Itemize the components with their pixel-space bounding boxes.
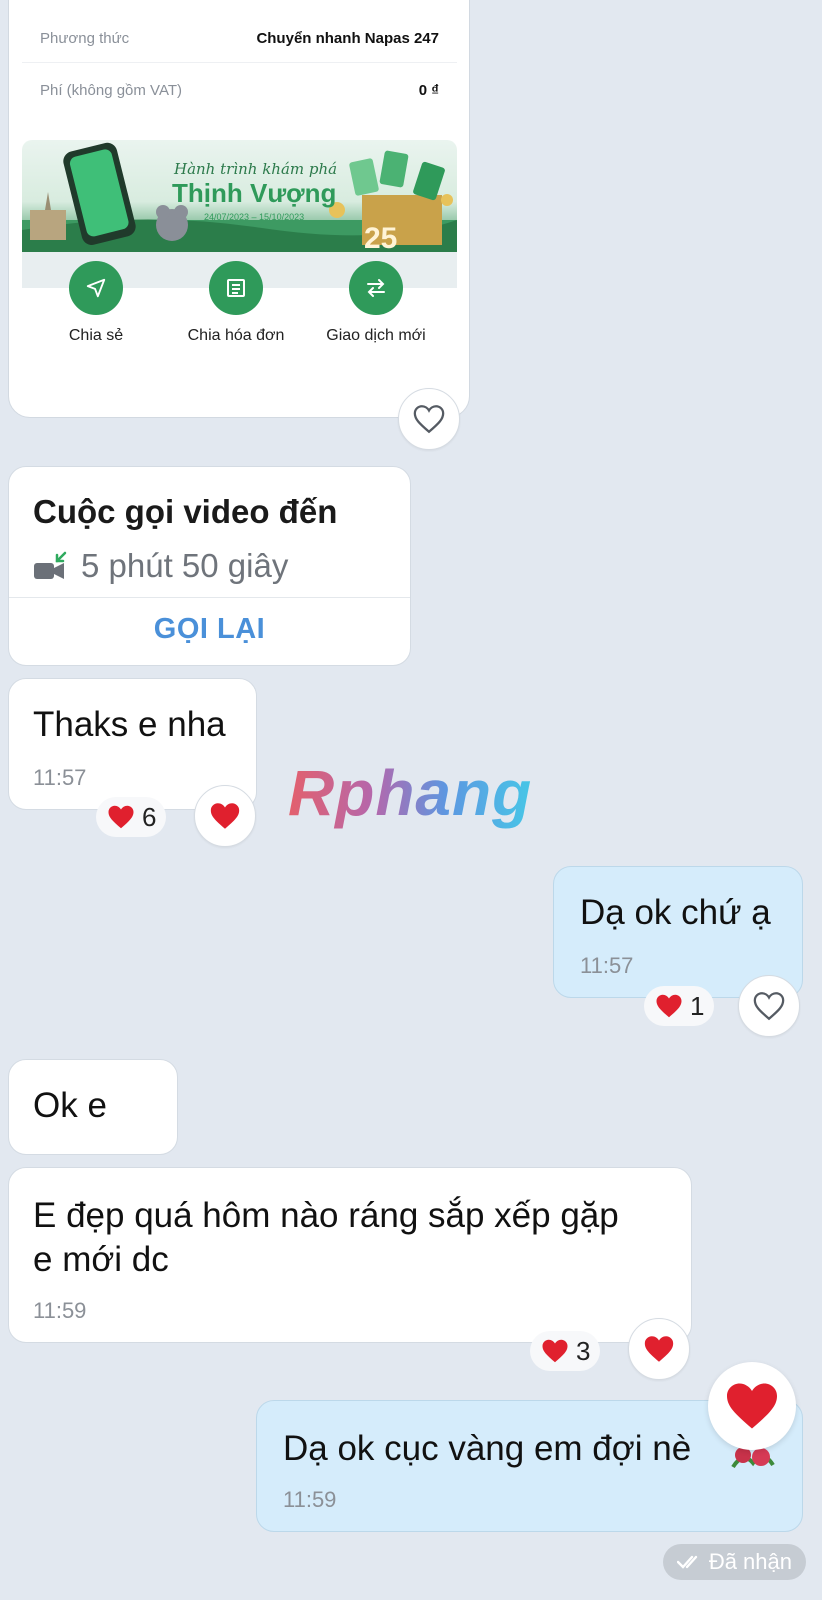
message-bubble-incoming[interactable]: Ok e xyxy=(8,1059,178,1155)
split-bill-button[interactable]: Chia hóa đơn xyxy=(171,261,301,345)
message-time: 11:57 xyxy=(580,953,634,978)
call-duration: 5 phút 50 giây xyxy=(81,547,289,584)
receipt-value: 0 ₫ xyxy=(418,82,439,99)
message-text: Dạ ok cục vàng em đợi nè xyxy=(283,1429,692,1468)
receipt-row-method: Phương thức Chuyển nhanh Napas 247 xyxy=(40,30,439,47)
banner-tagline: Hành trình khám phá xyxy=(174,160,338,178)
message-time: 11:57 xyxy=(33,765,87,790)
message-text: Dạ ok chứ ạ xyxy=(580,893,771,932)
share-button[interactable]: Chia sẻ xyxy=(31,261,161,345)
react-heart-button[interactable] xyxy=(194,785,256,847)
divider xyxy=(22,62,457,63)
reaction-count: 1 xyxy=(690,990,705,1021)
receipt-row-fee: Phí (không gồm VAT) 0 ₫ xyxy=(40,82,439,99)
share-label: Chia sẻ xyxy=(68,327,124,344)
message-time: 11:59 xyxy=(283,1487,337,1512)
heart-outline-icon xyxy=(753,992,785,1021)
new-transaction-button[interactable]: Giao dịch mới xyxy=(311,261,441,345)
call-back-button[interactable]: GỌI LẠI xyxy=(9,613,410,646)
message-time: 11:59 xyxy=(33,1298,87,1323)
heart-icon xyxy=(727,1383,777,1429)
call-title: Cuộc gọi video đến xyxy=(33,493,338,530)
watermark-logo: Rphang xyxy=(288,757,533,829)
status-label: Đã nhận xyxy=(708,1549,792,1574)
reaction-count: 6 xyxy=(142,801,157,832)
message-text-line: e mới dc xyxy=(33,1240,169,1279)
new-transaction-label: Giao dịch mới xyxy=(326,327,426,344)
react-heart-button[interactable] xyxy=(628,1318,690,1380)
receipt-label: Phương thức xyxy=(40,30,130,47)
react-heart-button[interactable] xyxy=(398,388,460,450)
receipt-value: Chuyển nhanh Napas 247 xyxy=(256,30,439,47)
swap-icon xyxy=(349,261,403,315)
banner-dates: 24/07/2023 – 15/10/2023 xyxy=(204,212,305,222)
heart-icon xyxy=(210,803,240,829)
react-heart-button[interactable] xyxy=(738,975,800,1037)
heart-icon xyxy=(108,805,134,829)
video-call-card: Cuộc gọi video đến 5 phút 50 giây GỌI LẠ… xyxy=(8,466,411,666)
message-text: Ok e xyxy=(33,1086,107,1125)
heart-icon xyxy=(656,994,682,1018)
call-duration-row: 5 phút 50 giây xyxy=(33,547,288,585)
receipt-label: Phí (không gồm VAT) xyxy=(40,82,183,99)
bill-split-icon xyxy=(209,261,263,315)
message-bubble-incoming[interactable]: E đẹp quá hôm nào ráng sắp xếp gặp e mới… xyxy=(8,1167,692,1343)
message-text-line: E đẹp quá hôm nào ráng sắp xếp gặp xyxy=(33,1196,619,1235)
divider xyxy=(9,597,410,598)
incoming-video-call-icon xyxy=(34,551,67,579)
heart-outline-icon xyxy=(413,405,445,434)
react-heart-button-large[interactable] xyxy=(708,1362,796,1450)
split-bill-label: Chia hóa đơn xyxy=(187,327,285,344)
banner-title: Thịnh Vượng xyxy=(172,178,337,208)
banner-promo-number: 25 xyxy=(364,222,398,252)
heart-icon xyxy=(644,1336,674,1362)
delivery-status: Đã nhận xyxy=(662,1544,806,1580)
receipt-actions: Chia sẻ Chia hóa đơn Giao dịch mới xyxy=(9,261,469,417)
double-check-icon xyxy=(676,1555,698,1569)
reaction-count: 3 xyxy=(576,1335,591,1366)
reaction-summary[interactable]: 6 xyxy=(96,797,167,837)
receipt-details: Phương thức Chuyển nhanh Napas 247 Phí (… xyxy=(22,0,457,118)
heart-icon xyxy=(542,1339,568,1363)
reaction-summary[interactable]: 3 xyxy=(530,1331,601,1371)
send-icon xyxy=(69,261,123,315)
reaction-summary[interactable]: 1 xyxy=(644,986,715,1026)
message-text: Thaks e nha xyxy=(33,705,226,744)
promo-banner[interactable]: Hành trình khám phá Thịnh Vượng 24/07/20… xyxy=(22,140,457,252)
